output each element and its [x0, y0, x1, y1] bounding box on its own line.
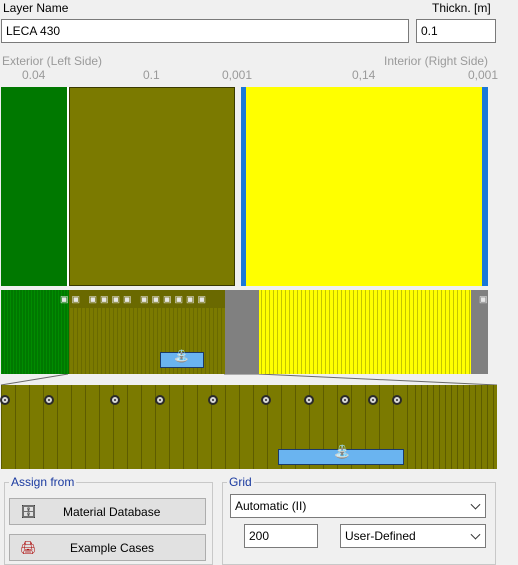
grid-mode-select[interactable]: Automatic (II)	[230, 494, 486, 518]
layer-block-exterior-green[interactable]	[1, 87, 67, 286]
example-cases-button[interactable]: 🖨 Example Cases	[9, 534, 206, 561]
sensor-icon-6[interactable]	[261, 395, 271, 405]
camera-icon-right: ▣	[479, 294, 488, 304]
database-icon: 🗄	[20, 504, 37, 519]
material-database-label: Material Database	[63, 505, 161, 519]
chevron-down-icon	[470, 499, 481, 510]
sensor-icon-3[interactable]	[110, 395, 120, 405]
sensor-icon-5[interactable]	[208, 395, 218, 405]
interior-side-label: Interior (Right Side)	[384, 54, 489, 68]
thickness-input[interactable]: 0.1	[416, 19, 496, 43]
material-database-button[interactable]: 🗄 Material Database	[9, 498, 206, 525]
sensor-icon-9[interactable]	[368, 395, 378, 405]
grid-count-input[interactable]: 200	[244, 524, 318, 548]
zoom-detail-panel	[1, 385, 497, 469]
grid-yellow-cells	[259, 290, 471, 374]
sensor-icon-2[interactable]	[44, 395, 54, 405]
faucet-icon: ⛲	[174, 349, 189, 363]
sensor-icon-1[interactable]	[0, 395, 10, 405]
chevron-down-icon	[470, 529, 481, 540]
grid-legend: Grid	[229, 475, 252, 489]
layer-block-insulation-yellow[interactable]	[246, 87, 482, 286]
grid-type-select[interactable]: User-Defined	[340, 524, 486, 548]
sensor-icon-10[interactable]	[392, 395, 402, 405]
layer-thickness-4: 0,14	[352, 68, 376, 82]
grid-group: Grid	[222, 475, 496, 565]
layer-block-membrane-right-blue[interactable]	[482, 87, 488, 286]
grid-type-value: User-Defined	[345, 529, 416, 543]
layer-thickness-2: 0.1	[143, 68, 160, 82]
layer-thickness-3: 0,001	[222, 68, 253, 82]
sensor-icon-7[interactable]	[304, 395, 314, 405]
layer-thickness-1: 0.04	[22, 68, 46, 82]
layer-block-leca-olive[interactable]	[69, 87, 235, 286]
faucet-icon-detail: ⛲	[334, 444, 351, 459]
exterior-side-label: Exterior (Left Side)	[2, 54, 103, 68]
example-cases-label: Example Cases	[70, 541, 155, 555]
thickness-label: Thickn. [m]	[432, 1, 491, 15]
example-cases-icon: 🖨	[20, 540, 37, 555]
camera-icons-row: ▣▣ ▣▣▣▣ ▣▣▣▣▣▣	[60, 294, 210, 304]
grid-mode-value: Automatic (II)	[235, 499, 307, 513]
layer-name-label: Layer Name	[3, 1, 69, 15]
sensor-icon-8[interactable]	[340, 395, 350, 405]
layer-name-input[interactable]: LECA 430	[1, 19, 409, 43]
layer-thickness-5: 0,001	[468, 68, 499, 82]
grid-green-cells	[1, 290, 69, 374]
sensor-icon-4[interactable]	[155, 395, 165, 405]
assign-from-legend: Assign from	[11, 475, 75, 489]
